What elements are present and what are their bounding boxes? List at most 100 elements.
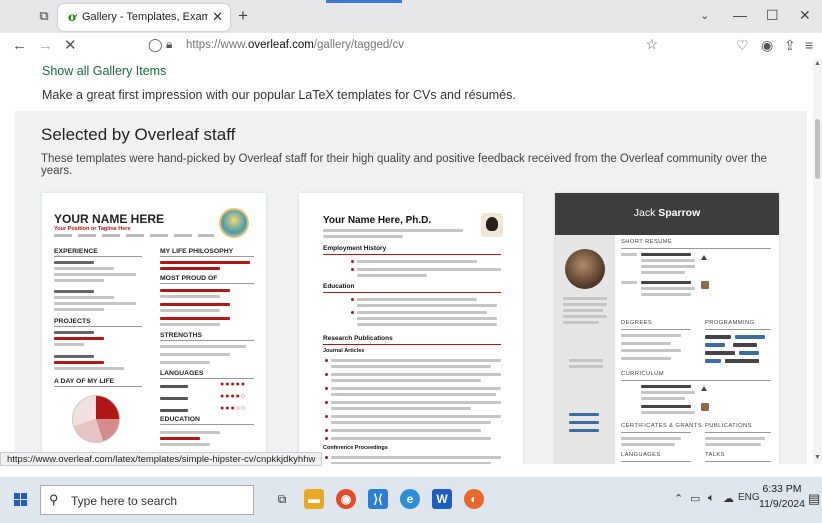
cv-text-line xyxy=(357,298,477,301)
volume-icon[interactable]: 🔈︎ xyxy=(708,492,715,505)
share-icon[interactable]: ⇪ xyxy=(784,37,796,54)
cv-text-line xyxy=(160,353,230,356)
pub-bullet xyxy=(325,415,328,418)
cv-text-line xyxy=(54,279,104,282)
edge-icon[interactable]: e xyxy=(400,489,420,509)
cv-text-line xyxy=(621,253,637,256)
avatar xyxy=(219,208,249,238)
cv-text-line xyxy=(357,268,501,271)
firefox-icon[interactable]: ◐ xyxy=(464,489,484,509)
cv-section-heading: Education xyxy=(323,283,355,290)
vscode-icon[interactable]: ⟩⟨ xyxy=(368,489,388,509)
staff-subtitle: These templates were hand-picked by Over… xyxy=(41,153,767,177)
bookmark-star-icon[interactable]: ☆ xyxy=(645,36,658,53)
browser-tab-bar: ⧉ ơ Gallery - Templates, Examples a ✕ + … xyxy=(0,0,822,33)
section-rule xyxy=(621,380,771,381)
scrollbar-thumb[interactable] xyxy=(815,119,820,179)
section-rule xyxy=(705,432,771,433)
cv-text-line xyxy=(641,405,691,408)
scroll-down-arrow-icon[interactable]: ▼ xyxy=(814,454,821,461)
section-rule xyxy=(621,461,691,462)
file-explorer-icon[interactable]: ▬ xyxy=(304,489,324,509)
template-thumbnail: Jack Sparrow SHORT RESUMÉ DEGREES PROGRA… xyxy=(555,193,779,464)
cv-text-line xyxy=(54,308,104,311)
cv-text-line xyxy=(54,302,136,305)
cv-text-line xyxy=(54,367,124,370)
clock-date: 11/9/2024 xyxy=(759,498,805,510)
notification-icon[interactable]: ▤ xyxy=(808,491,820,507)
cv-text-line xyxy=(54,355,94,358)
skill-bar xyxy=(705,359,721,363)
cv-text-line xyxy=(160,361,210,364)
cv-text-line xyxy=(569,413,599,416)
cv-text-line xyxy=(331,429,481,432)
tracking-protection-shield-icon[interactable]: ◯ xyxy=(148,37,163,53)
forward-arrow-icon[interactable]: → xyxy=(38,37,53,55)
cv-text-line xyxy=(160,385,188,388)
cv-name: Jack Sparrow xyxy=(555,207,779,219)
template-card-jack-sparrow-cv[interactable]: Jack Sparrow SHORT RESUMÉ DEGREES PROGRA… xyxy=(555,193,779,464)
browser-tab-active[interactable]: ơ Gallery - Templates, Examples a ✕ xyxy=(58,4,230,31)
close-tab-icon[interactable]: ✕ xyxy=(212,9,223,25)
url-text[interactable]: https://www.overleaf.com/gallery/tagged/… xyxy=(186,39,404,51)
address-bar[interactable]: ◯ 🔒︎ https://www.overleaf.com/gallery/ta… xyxy=(132,35,662,57)
stop-loading-icon[interactable]: ✕ xyxy=(64,37,77,55)
section-rule xyxy=(621,329,691,330)
cv-text-line xyxy=(160,303,230,306)
cv-section-heading: A DAY OF MY LIFE xyxy=(54,378,142,387)
cv-text-line xyxy=(331,365,491,368)
cv-section-heading: STRENGTHS xyxy=(160,332,254,341)
skill-bar xyxy=(705,343,725,347)
cv-text-line xyxy=(641,287,695,290)
chrome-icon[interactable]: ◉ xyxy=(336,489,356,509)
back-arrow-icon[interactable]: ← xyxy=(12,37,27,55)
list-all-tabs-chevron-icon[interactable]: ⌄ xyxy=(700,9,709,22)
cv-section-heading: SHORT RESUMÉ xyxy=(621,239,673,245)
menu-hamburger-icon[interactable]: ≡ xyxy=(805,37,813,53)
cv-text-line xyxy=(331,401,501,404)
show-all-gallery-link[interactable]: Show all Gallery Items xyxy=(42,64,166,78)
new-tab-button[interactable]: + xyxy=(238,7,248,25)
cv-text-line xyxy=(357,323,497,326)
cloud-icon[interactable]: ☁ xyxy=(723,492,734,505)
cv-text-line xyxy=(705,443,761,446)
word-icon[interactable]: W xyxy=(432,489,452,509)
tray-overflow-chevron-icon[interactable]: ⌃ xyxy=(674,492,683,505)
network-icon[interactable]: ▭ xyxy=(690,492,700,505)
cv-section-heading: LANGUAGES xyxy=(160,370,254,379)
link-status-bar: https://www.overleaf.com/latex/templates… xyxy=(0,452,323,466)
pub-bullet xyxy=(325,373,328,376)
cv-section-heading: DEGREES xyxy=(621,320,653,326)
close-window-button[interactable]: ✕ xyxy=(799,7,811,24)
cv-section-heading: PUBLICATIONS xyxy=(705,423,752,429)
tab-strip-accent xyxy=(326,0,402,3)
system-clock[interactable]: 6:33 PM 11/9/2024 xyxy=(757,482,807,512)
tab-list-icon[interactable]: ⧉ xyxy=(34,7,54,25)
lock-icon[interactable]: 🔒︎ xyxy=(166,37,172,52)
pocket-icon[interactable]: ♡ xyxy=(736,37,749,54)
section-rule xyxy=(323,344,501,345)
cv-section-heading: Employment History xyxy=(323,245,387,252)
url-path: /gallery/tagged/cv xyxy=(313,39,404,51)
navigation-toolbar: ← → ✕ ◯ 🔒︎ https://www.overleaf.com/gall… xyxy=(0,33,822,59)
pub-bullet xyxy=(325,456,328,459)
windows-start-icon[interactable] xyxy=(14,493,28,507)
cv-subsection-heading: Journal Articles xyxy=(323,348,365,354)
cv-text-line xyxy=(563,321,599,324)
page-scrollbar[interactable]: ▲ ▼ xyxy=(813,59,822,464)
ship-icon xyxy=(701,386,707,391)
tab-title: Gallery - Templates, Examples a xyxy=(82,11,208,23)
minimize-button[interactable]: — xyxy=(733,7,747,23)
maximize-button[interactable]: ☐ xyxy=(766,7,779,24)
pub-bullet xyxy=(325,387,328,390)
cv-section-heading: EDUCATION xyxy=(160,416,254,425)
cv-text-line xyxy=(54,267,114,270)
cv-section-heading: CURRICULUM xyxy=(621,371,664,377)
scroll-up-arrow-icon[interactable]: ▲ xyxy=(814,60,821,67)
task-view-icon[interactable]: ⧉ xyxy=(272,489,292,509)
cv-text-line xyxy=(641,281,691,284)
taskbar-search-box[interactable]: ⚲ Type here to search xyxy=(40,485,254,515)
account-icon[interactable]: ◉ xyxy=(761,37,773,54)
template-card-academic-cv[interactable]: Your Name Here, Ph.D. Employment History… xyxy=(299,193,523,464)
template-card-hipster-cv[interactable]: YOUR NAME HERE Your Position or Tagline … xyxy=(42,193,266,464)
